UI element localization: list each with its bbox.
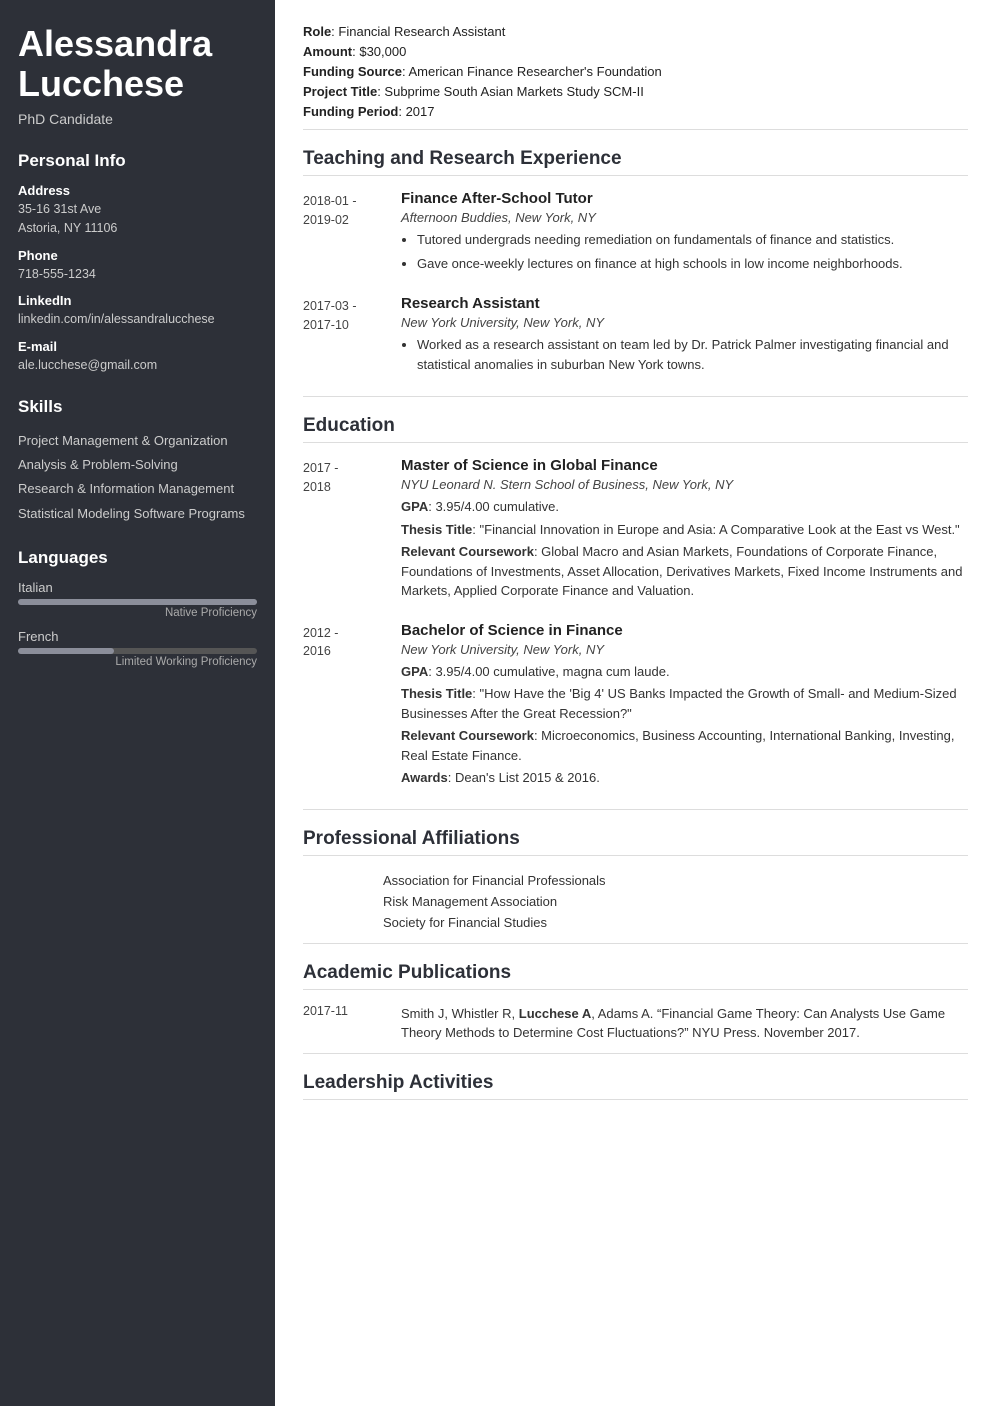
- publications-section-title: Academic Publications: [303, 962, 968, 990]
- exp-org: New York University, New York, NY: [401, 315, 968, 330]
- divider-2: [303, 396, 968, 397]
- edu-title: Bachelor of Science in Finance: [401, 622, 968, 639]
- edu-gpa: GPA: 3.95/4.00 cumulative, magna cum lau…: [401, 662, 968, 682]
- exp-title: Research Assistant: [401, 295, 968, 312]
- skill-item: Statistical Modeling Software Programs: [18, 502, 257, 526]
- exp-bullets: Tutored undergrads needing remediation o…: [401, 230, 968, 273]
- edu-title: Master of Science in Global Finance: [401, 457, 968, 474]
- exp-bullets: Worked as a research assistant on team l…: [401, 335, 968, 374]
- address-label: Address: [18, 183, 257, 198]
- funding-project-title: Project Title: Subprime South Asian Mark…: [303, 84, 968, 99]
- skill-item: Analysis & Problem-Solving: [18, 453, 257, 477]
- edu-gpa: GPA: 3.95/4.00 cumulative.: [401, 497, 968, 517]
- affiliation-item: Association for Financial Professionals: [383, 870, 968, 891]
- phone-label: Phone: [18, 248, 257, 263]
- divider-4: [303, 943, 968, 944]
- language-name: Italian: [18, 580, 257, 595]
- language-name: French: [18, 629, 257, 644]
- edu-coursework: Relevant Coursework: Global Macro and As…: [401, 542, 968, 601]
- language-bar-bg: [18, 648, 257, 654]
- candidate-title: PhD Candidate: [18, 111, 257, 127]
- divider-5: [303, 1053, 968, 1054]
- exp-content: Finance After-School Tutor Afternoon Budd…: [401, 190, 968, 277]
- candidate-name: Alessandra Lucchese: [18, 24, 257, 103]
- funding-info: Role: Financial Research Assistant Amoun…: [303, 24, 968, 119]
- education-container: 2017 -2018Master of Science in Global Fi…: [303, 457, 968, 791]
- pub-text: Smith J, Whistler R, Lucchese A, Adams A…: [401, 1004, 968, 1043]
- publication-entry: 2017-11 Smith J, Whistler R, Lucchese A, …: [303, 1004, 968, 1043]
- teaching-container: 2018-01 -2019-02Finance After-School Tut…: [303, 190, 968, 378]
- language-proficiency: Native Proficiency: [18, 607, 257, 619]
- skill-item: Project Management & Organization: [18, 429, 257, 453]
- languages-container: Italian Native Proficiency French Limited W…: [18, 580, 257, 668]
- main-content: Role: Financial Research Assistant Amoun…: [275, 0, 996, 1406]
- education-entry: 2012 -2016Bachelor of Science in Finance…: [303, 622, 968, 791]
- language-bar-fill: [18, 648, 114, 654]
- language-bar-bg: [18, 599, 257, 605]
- edu-content: Master of Science in Global Finance NYU L…: [401, 457, 968, 604]
- language-entry: French Limited Working Proficiency: [18, 629, 257, 668]
- exp-content: Research Assistant New York University, N…: [401, 295, 968, 378]
- edu-awards: Awards: Dean's List 2015 & 2016.: [401, 768, 968, 788]
- divider-3: [303, 809, 968, 810]
- skills-list: Project Management & OrganizationAnalysi…: [18, 429, 257, 526]
- publications-container: 2017-11 Smith J, Whistler R, Lucchese A, …: [303, 1004, 968, 1043]
- affiliation-item: Society for Financial Studies: [383, 912, 968, 933]
- personal-info-heading: Personal Info: [18, 151, 257, 171]
- teaching-entry: 2017-03 -2017-10 Research Assistant New Yo…: [303, 295, 968, 378]
- funding-source: Funding Source: American Finance Researc…: [303, 64, 968, 79]
- language-proficiency: Limited Working Proficiency: [18, 656, 257, 668]
- phone-value: 718-555-1234: [18, 265, 257, 284]
- affiliations-section-title: Professional Affiliations: [303, 828, 968, 856]
- edu-content: Bachelor of Science in Finance New York U…: [401, 622, 968, 791]
- email-value: ale.lucchese@gmail.com: [18, 356, 257, 375]
- teaching-entry: 2018-01 -2019-02Finance After-School Tut…: [303, 190, 968, 277]
- edu-date: 2017 -2018: [303, 457, 383, 604]
- address-line2: Astoria, NY 11106: [18, 219, 257, 238]
- teaching-section-title: Teaching and Research Experience: [303, 148, 968, 176]
- skills-heading: Skills: [18, 397, 257, 417]
- languages-heading: Languages: [18, 548, 257, 568]
- divider-1: [303, 129, 968, 130]
- skill-item: Research & Information Management: [18, 477, 257, 501]
- education-section-title: Education: [303, 415, 968, 443]
- email-label: E-mail: [18, 339, 257, 354]
- edu-thesis: Thesis Title: "Financial Innovation in E…: [401, 520, 968, 540]
- affiliations-list: Association for Financial ProfessionalsR…: [303, 870, 968, 933]
- education-entry: 2017 -2018Master of Science in Global Fi…: [303, 457, 968, 604]
- edu-thesis: Thesis Title: "How Have the 'Big 4' US B…: [401, 684, 968, 723]
- exp-date: 2017-03 -2017-10: [303, 295, 383, 378]
- language-bar-fill: [18, 599, 257, 605]
- affiliation-item: Risk Management Association: [383, 891, 968, 912]
- exp-date: 2018-01 -2019-02: [303, 190, 383, 277]
- linkedin-label: LinkedIn: [18, 293, 257, 308]
- funding-role: Role: Financial Research Assistant: [303, 24, 968, 39]
- edu-org: NYU Leonard N. Stern School of Business,…: [401, 477, 968, 492]
- address-line1: 35-16 31st Ave: [18, 200, 257, 219]
- exp-bullet: Gave once-weekly lectures on finance at …: [417, 254, 968, 274]
- funding-period: Funding Period: 2017: [303, 104, 968, 119]
- exp-bullet: Tutored undergrads needing remediation o…: [417, 230, 968, 250]
- linkedin-value: linkedin.com/in/alessandralucchese: [18, 310, 257, 329]
- edu-org: New York University, New York, NY: [401, 642, 968, 657]
- exp-title: Finance After-School Tutor: [401, 190, 968, 207]
- exp-bullet: Worked as a research assistant on team l…: [417, 335, 968, 374]
- funding-amount: Amount: $30,000: [303, 44, 968, 59]
- sidebar: Alessandra Lucchese PhD Candidate Person…: [0, 0, 275, 1406]
- exp-org: Afternoon Buddies, New York, NY: [401, 210, 968, 225]
- leadership-section-title: Leadership Activities: [303, 1072, 968, 1100]
- edu-date: 2012 -2016: [303, 622, 383, 791]
- pub-date: 2017-11: [303, 1004, 383, 1043]
- language-entry: Italian Native Proficiency: [18, 580, 257, 619]
- edu-coursework: Relevant Coursework: Microeconomics, Bus…: [401, 726, 968, 765]
